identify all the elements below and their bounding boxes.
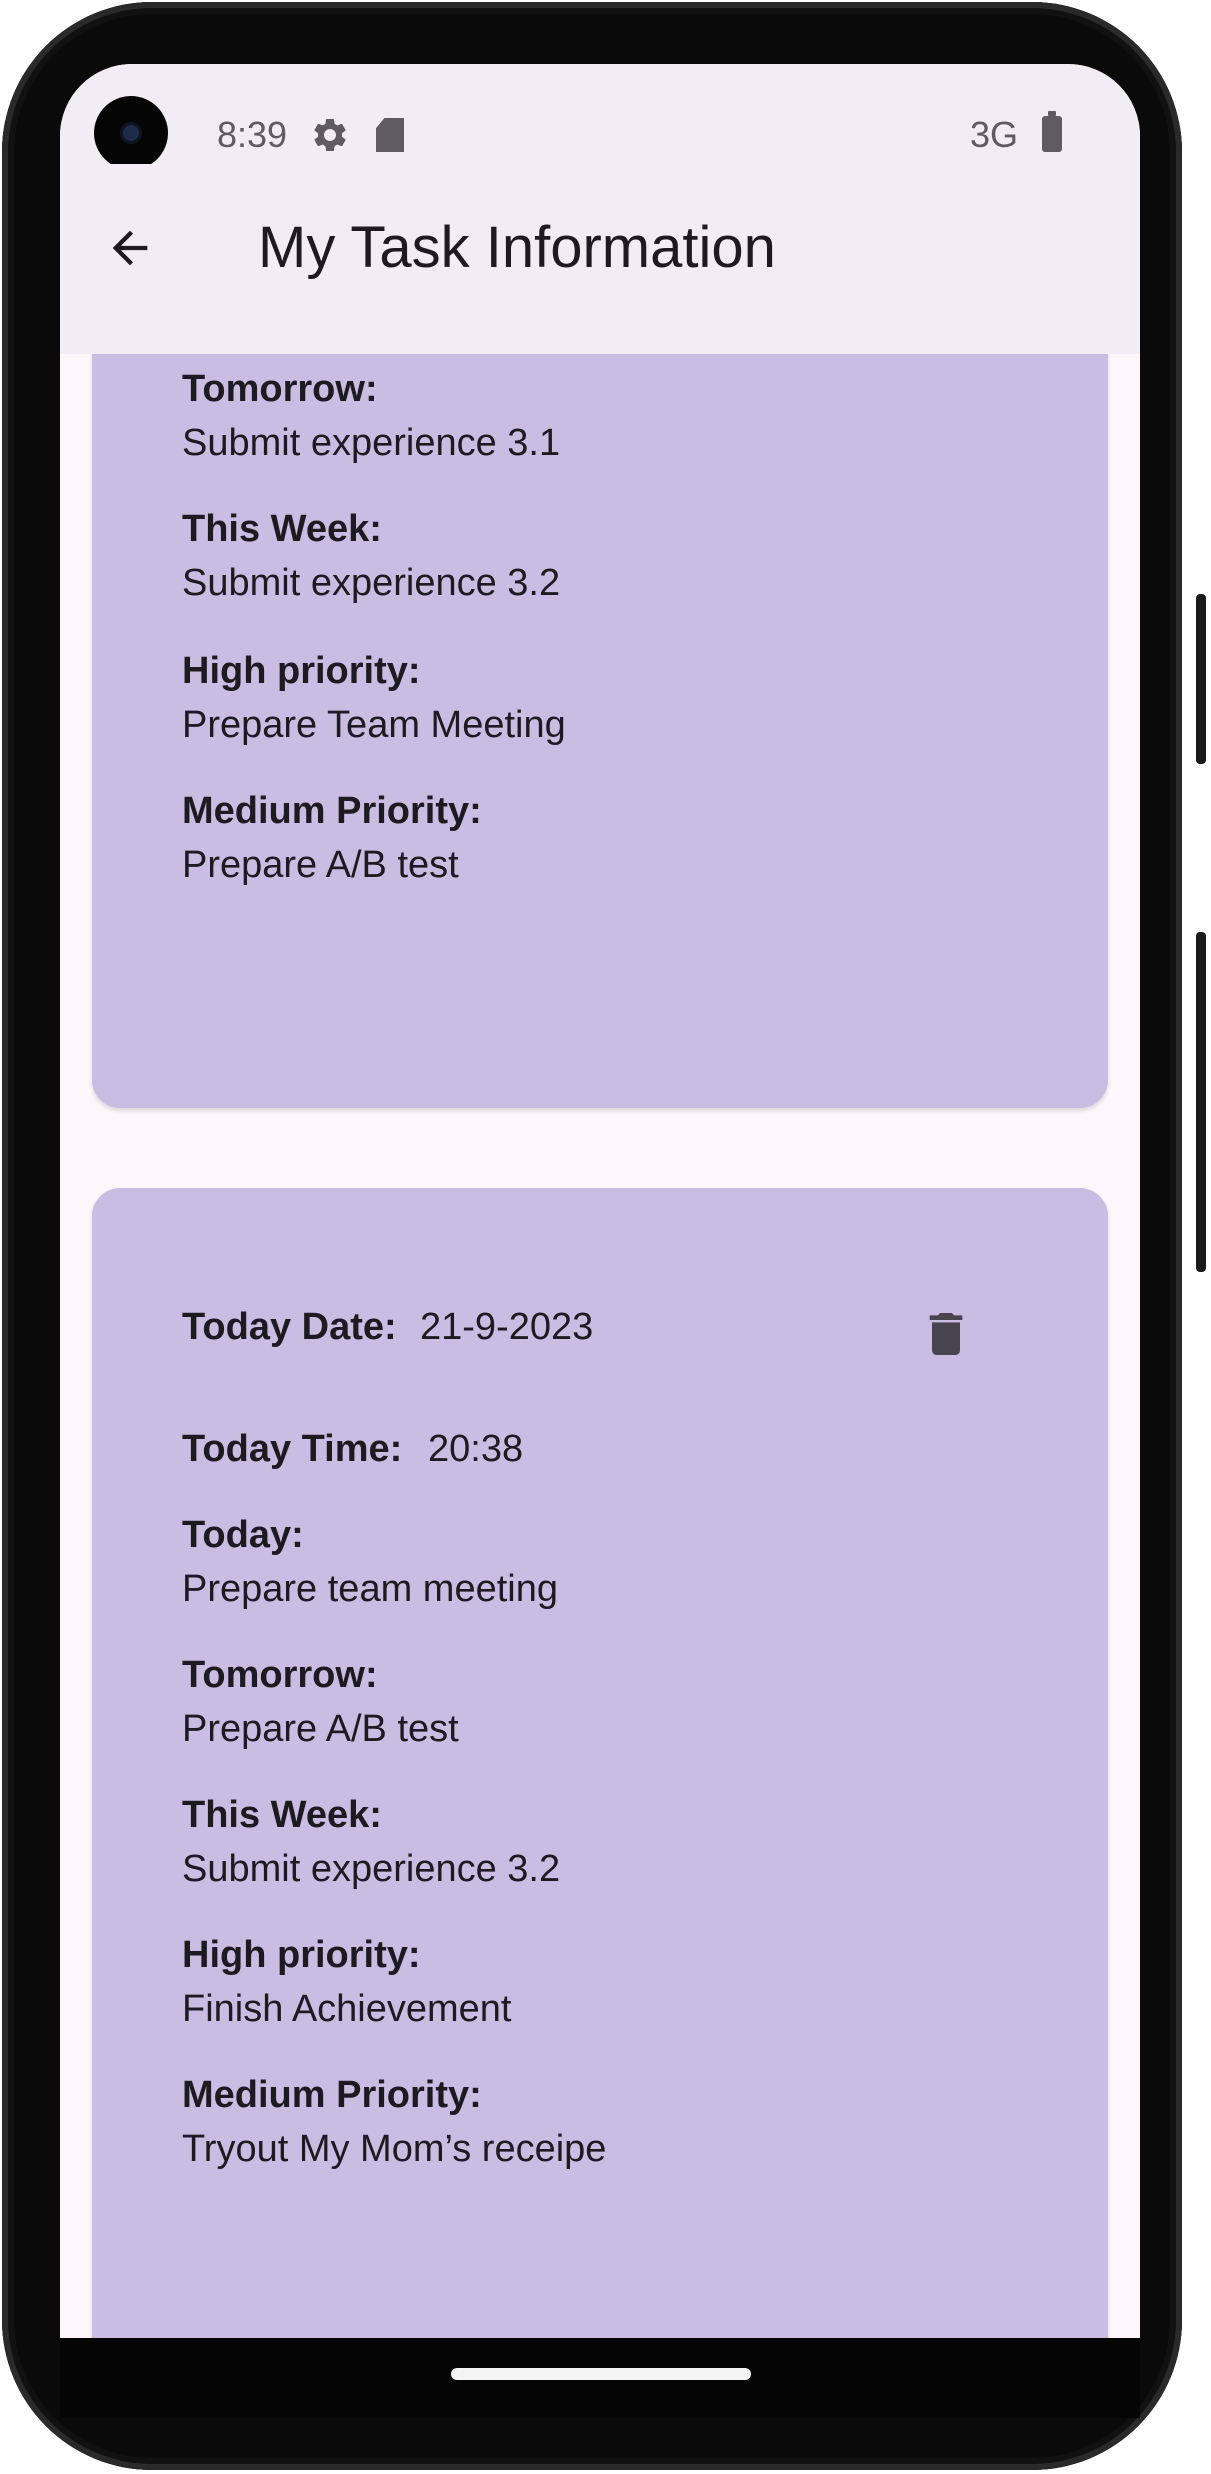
phone-frame: 8:39 3G My Task Information Tomorrow: Su…: [0, 0, 1211, 2474]
this-week-value: Submit experience 3.2: [182, 1848, 561, 1890]
status-time: 8:39: [217, 114, 288, 155]
power-button: [1196, 594, 1206, 764]
high-priority-value: Finish Achievement: [182, 1988, 512, 2030]
battery-icon: [1042, 111, 1062, 152]
delete-task-button[interactable]: [912, 1300, 980, 1368]
today-time-value: 20:38: [428, 1428, 524, 1470]
today-label: Today:: [182, 1514, 304, 1556]
medium-priority-label: Medium Priority:: [182, 2074, 482, 2116]
tomorrow-label: Tomorrow:: [182, 1654, 378, 1696]
back-button[interactable]: [90, 208, 170, 288]
trash-icon: [929, 1313, 963, 1355]
page-title: My Task Information: [258, 215, 776, 280]
screen: 8:39 3G My Task Information Tomorrow: Su…: [60, 64, 1140, 2338]
navigation-bar: [60, 2338, 1140, 2418]
medium-priority-label: Medium Priority:: [182, 790, 482, 832]
sd-card-icon: [376, 118, 404, 152]
task-card: Today Date: 21-9-2023 Today Time: 20:38 …: [92, 1188, 1108, 2338]
settings-icon: [310, 115, 350, 155]
high-priority-value: Prepare Team Meeting: [182, 704, 566, 746]
home-gesture-handle[interactable]: [451, 2368, 751, 2380]
medium-priority-value: Tryout My Mom’s receipe: [182, 2128, 607, 2170]
this-week-value: Submit experience 3.2: [182, 562, 561, 604]
this-week-label: This Week:: [182, 508, 382, 550]
this-week-label: This Week:: [182, 1794, 382, 1836]
task-card: Tomorrow: Submit experience 3.1 This Wee…: [92, 354, 1108, 1108]
today-date-label: Today Date:: [182, 1306, 397, 1348]
high-priority-label: High priority:: [182, 1934, 421, 1976]
front-camera: [94, 96, 168, 170]
arrow-back-icon: [112, 230, 148, 266]
app-bar: My Task Information: [60, 164, 1140, 354]
high-priority-label: High priority:: [182, 650, 421, 692]
today-time-label: Today Time:: [182, 1428, 403, 1470]
task-list[interactable]: Tomorrow: Submit experience 3.1 This Wee…: [60, 354, 1140, 2338]
today-date-value: 21-9-2023: [420, 1306, 594, 1348]
tomorrow-label: Tomorrow:: [182, 368, 378, 410]
status-bar: 8:39 3G: [60, 64, 1140, 170]
volume-button: [1196, 932, 1206, 1272]
network-type: 3G: [970, 114, 1019, 155]
today-value: Prepare team meeting: [182, 1568, 558, 1610]
tomorrow-value: Prepare A/B test: [182, 1708, 459, 1750]
tomorrow-value: Submit experience 3.1: [182, 422, 561, 464]
medium-priority-value: Prepare A/B test: [182, 844, 459, 886]
